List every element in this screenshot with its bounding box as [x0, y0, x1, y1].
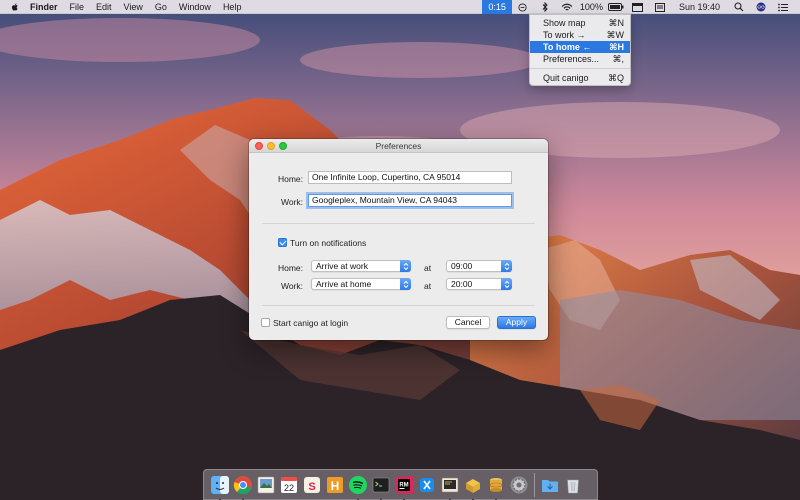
home-address-label: Home:: [277, 174, 303, 184]
menu-window[interactable]: Window: [173, 0, 217, 14]
archive-icon[interactable]: [462, 474, 484, 500]
menu-bar: Finder File Edit View Go Window Help 0:1…: [0, 0, 800, 14]
rubymine-letters: RM: [399, 482, 408, 488]
menu-bar-clock[interactable]: Sun 19:40: [671, 0, 728, 14]
calendar-day: 22: [284, 483, 294, 493]
menu-separator: [530, 68, 630, 69]
work-time-stepper[interactable]: 20:00: [446, 278, 512, 290]
menu-help[interactable]: Help: [217, 0, 248, 14]
siri-icon[interactable]: [750, 0, 772, 14]
apple-icon[interactable]: [6, 2, 24, 12]
menu-item-shortcut: ⌘Q: [607, 73, 624, 83]
preferences-window: Preferences Home: One Infinite Loop, Cup…: [249, 139, 548, 340]
work-address-label: Work:: [280, 197, 303, 207]
work-time-value: 20:00: [451, 279, 473, 289]
home-notify-label: Home:: [277, 263, 303, 273]
window-titlebar[interactable]: Preferences: [249, 139, 548, 153]
menu-item-shortcut: ⌘H: [609, 42, 624, 52]
dock: 22 S H RM: [203, 469, 598, 500]
home-address-field[interactable]: One Infinite Loop, Cupertino, CA 95014: [308, 171, 512, 184]
console-icon[interactable]: [439, 474, 461, 500]
home-event-value: Arrive at work: [316, 261, 368, 271]
dock-separator: [534, 472, 535, 497]
home-time-value: 09:00: [451, 261, 473, 271]
menu-item-label: Show map: [543, 18, 586, 28]
minimize-window-button[interactable]: [267, 142, 275, 150]
work-event-value: Arrive at home: [316, 279, 372, 289]
slack-letter: S: [308, 481, 315, 493]
menu-view[interactable]: View: [118, 0, 149, 14]
chevron-up-down-icon[interactable]: [501, 260, 512, 272]
system-preferences-icon[interactable]: [508, 474, 530, 496]
canigo-status-menu: Show map ⌘N To work → ⌘W To home ← ⌘H Pr…: [529, 14, 631, 86]
rubymine-icon[interactable]: RM: [393, 474, 415, 500]
menu-bar-extras: 0:15 100% Sun 19:40: [482, 0, 800, 14]
calendar-icon[interactable]: 22: [278, 474, 300, 496]
window-title: Preferences: [375, 141, 422, 151]
menu-item-preferences[interactable]: Preferences... ⌘,: [530, 53, 630, 65]
section-divider: [262, 223, 535, 224]
finder-icon[interactable]: [209, 474, 231, 500]
downloads-folder-icon[interactable]: [539, 474, 561, 496]
close-window-button[interactable]: [255, 142, 263, 150]
menu-file[interactable]: File: [64, 0, 91, 14]
terminal-icon[interactable]: [370, 474, 392, 500]
preview-icon[interactable]: [255, 474, 277, 496]
work-at-label: at: [424, 281, 432, 291]
work-event-select[interactable]: Arrive at home: [311, 278, 411, 290]
xcode-icon[interactable]: [416, 474, 438, 496]
canigo-status-item[interactable]: 0:15: [482, 0, 512, 14]
battery-icon[interactable]: [605, 0, 627, 14]
menu-item-label: Quit canigo: [543, 73, 589, 83]
zoom-window-button[interactable]: [279, 142, 287, 150]
work-address-field[interactable]: Googleplex, Mountain View, CA 94043: [308, 194, 512, 207]
menu-item-show-map[interactable]: Show map ⌘N: [530, 17, 630, 29]
menu-item-quit[interactable]: Quit canigo ⌘Q: [530, 72, 630, 84]
wifi-icon[interactable]: [556, 0, 578, 14]
hyper-letter: H: [331, 479, 340, 493]
section-divider: [262, 305, 535, 306]
menu-item-to-home[interactable]: To home ← ⌘H: [530, 41, 630, 53]
menu-item-label: Preferences...: [543, 54, 600, 64]
h-app-icon[interactable]: H: [324, 474, 346, 496]
start-at-login-checkbox[interactable]: [261, 318, 270, 327]
start-at-login-label[interactable]: Start canigo at login: [273, 318, 348, 328]
notification-center-icon[interactable]: [772, 0, 794, 14]
menu-edit[interactable]: Edit: [90, 0, 118, 14]
cancel-button[interactable]: Cancel: [446, 316, 490, 329]
chevron-up-down-icon[interactable]: [501, 278, 512, 290]
spotlight-search-icon[interactable]: [728, 0, 750, 14]
chrome-icon[interactable]: [232, 474, 254, 500]
notifications-label[interactable]: Turn on notifications: [290, 238, 366, 248]
menu-item-to-work[interactable]: To work → ⌘W: [530, 29, 630, 41]
menu-item-shortcut: ⌘W: [606, 30, 625, 40]
app-name-finder[interactable]: Finder: [24, 0, 64, 14]
sequel-icon[interactable]: [485, 474, 507, 500]
battery-percentage[interactable]: 100%: [578, 0, 605, 14]
home-event-select[interactable]: Arrive at work: [311, 260, 411, 272]
input-source-icon[interactable]: [649, 0, 671, 14]
menu-item-label: To home ←: [543, 42, 592, 52]
notifications-checkbox[interactable]: [278, 238, 287, 247]
chevron-up-down-icon: [400, 260, 411, 272]
slack-icon[interactable]: S: [301, 474, 323, 496]
trash-icon[interactable]: [562, 474, 584, 496]
spotify-icon[interactable]: [347, 474, 369, 500]
work-notify-label: Work:: [280, 281, 303, 291]
menu-go[interactable]: Go: [149, 0, 173, 14]
home-time-stepper[interactable]: 09:00: [446, 260, 512, 272]
apply-button[interactable]: Apply: [497, 316, 536, 329]
menu-item-shortcut: ⌘,: [612, 54, 624, 64]
menu-item-label: To work →: [543, 30, 586, 40]
chevron-up-down-icon: [400, 278, 411, 290]
menu-item-shortcut: ⌘N: [608, 18, 625, 28]
display-mirror-icon[interactable]: [627, 0, 649, 14]
bluetooth-icon[interactable]: [534, 0, 556, 14]
home-at-label: at: [424, 263, 432, 273]
do-not-disturb-icon[interactable]: [512, 0, 534, 14]
